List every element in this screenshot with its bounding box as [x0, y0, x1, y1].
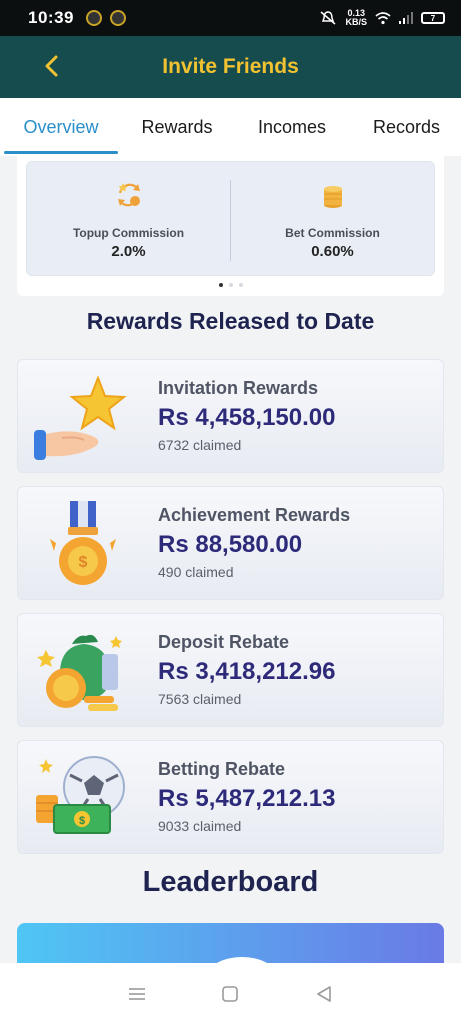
reward-name: Invitation Rewards [158, 378, 319, 398]
back-button[interactable] [36, 51, 66, 81]
back-nav-button[interactable] [312, 982, 336, 1006]
mute-icon [320, 11, 336, 25]
signal-icon [399, 12, 413, 24]
svg-text:$: $ [79, 554, 88, 571]
status-indicators: 0.13 KB/S 7 [319, 9, 445, 27]
reward-claimed-count: 490 claimed [158, 564, 234, 580]
home-button[interactable] [218, 982, 242, 1006]
reward-name: Deposit Rebate [158, 632, 290, 652]
reward-card-achievement[interactable]: $ Achievement Rewards Rs 88,580.00 490 c… [17, 486, 444, 600]
reward-card-betting[interactable]: $ Betting Rebate Rs 5,487,212.13 9033 cl… [17, 740, 444, 854]
commission-carousel[interactable]: Topup Commission 2.0% Bet Commission 0.6… [17, 156, 444, 296]
svg-text:$: $ [79, 815, 85, 827]
tab-rewards[interactable]: Rewards [122, 98, 232, 156]
money-bag-icon [37, 634, 122, 711]
reward-card-deposit[interactable]: Deposit Rebate Rs 3,418,212.96 7563 clai… [17, 613, 444, 727]
home-square-icon [222, 985, 239, 1002]
rewards-section-title: Rewards Released to Date [86, 308, 375, 334]
soccer-cash-icon: $ [36, 756, 125, 834]
app-notification-icon [109, 10, 126, 26]
back-triangle-icon [317, 985, 331, 1002]
coin-stack-icon [323, 186, 342, 208]
topup-commission-value: 2.0% [111, 243, 146, 260]
battery-icon: 7 [421, 12, 445, 24]
app-notification-icon [85, 10, 102, 26]
system-nav-bar [0, 963, 461, 1024]
page-title: Invite Friends [162, 55, 299, 78]
status-bar: 10:39 0.13 KB/S 7 [0, 0, 461, 36]
reward-name: Betting Rebate [158, 759, 286, 779]
topup-cycle-icon [117, 183, 140, 207]
net-speed: 0.13 KB/S [345, 8, 367, 27]
reward-card-invitation[interactable]: Invitation Rewards Rs 4,458,150.00 6732 … [17, 359, 444, 473]
topup-commission-label: Topup Commission [72, 226, 185, 240]
reward-name: Achievement Rewards [158, 505, 351, 525]
carousel-dot [238, 283, 243, 287]
wifi-icon [375, 12, 391, 25]
tab-bar: Overview Rewards Incomes Records [0, 98, 461, 156]
reward-claimed-count: 7563 claimed [158, 691, 242, 707]
carousel-dot [218, 283, 223, 287]
leaderboard-title: Leaderboard [142, 866, 319, 898]
carousel-dot [228, 283, 233, 287]
status-app-icons [85, 10, 126, 26]
bet-commission-label: Bet Commission [285, 226, 380, 240]
star-hand-icon [34, 375, 127, 460]
bet-commission: Bet Commission 0.60% [231, 162, 434, 275]
menu-icon [128, 987, 145, 1000]
status-time: 10:39 [28, 8, 74, 27]
reward-amount: Rs 3,418,212.96 [158, 658, 336, 685]
reward-claimed-count: 6732 claimed [158, 437, 242, 453]
medal-icon: $ [50, 501, 116, 585]
topup-commission: Topup Commission 2.0% [27, 162, 230, 275]
carousel-page-indicator [17, 283, 444, 287]
reward-amount: Rs 5,487,212.13 [158, 785, 336, 812]
menu-button[interactable] [125, 982, 149, 1006]
reward-amount: Rs 88,580.00 [158, 531, 303, 558]
tab-overview[interactable]: Overview [0, 98, 122, 156]
commission-panel: Topup Commission 2.0% Bet Commission 0.6… [26, 161, 435, 276]
tab-records[interactable]: Records [352, 98, 461, 156]
chevron-left-icon [45, 55, 58, 77]
app-header: Invite Friends [0, 36, 461, 98]
tab-incomes[interactable]: Incomes [232, 98, 352, 156]
reward-claimed-count: 9033 claimed [158, 818, 242, 834]
bet-commission-value: 0.60% [311, 243, 354, 260]
reward-amount: Rs 4,458,150.00 [158, 404, 336, 431]
